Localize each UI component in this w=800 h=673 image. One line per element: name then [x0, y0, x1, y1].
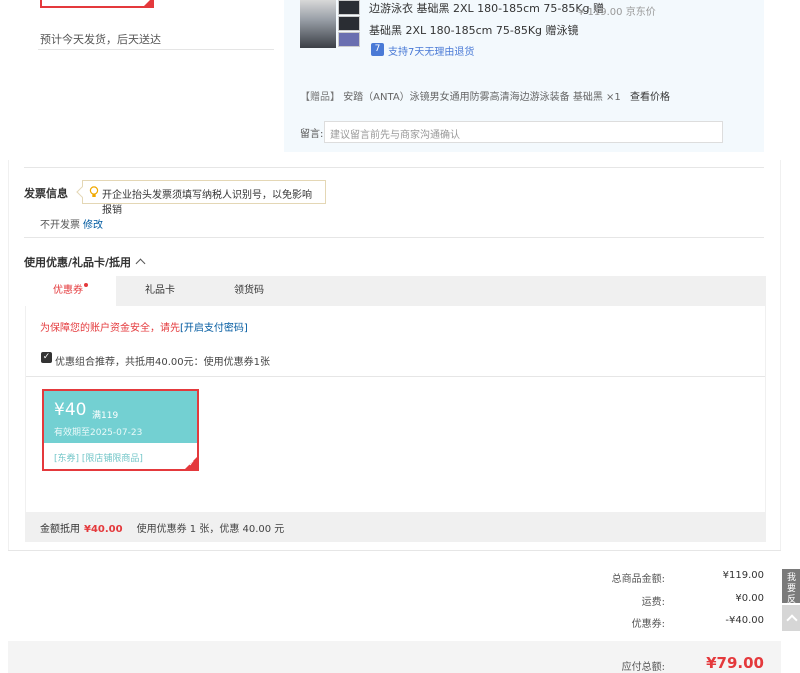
- thumbnail: [338, 32, 360, 47]
- product-spec: 基础黑 2XL 180-185cm 75-85Kg 赠泳镜: [369, 24, 579, 37]
- product-thumbnails: [338, 0, 362, 48]
- memo-input[interactable]: 建议留言前先与商家沟通确认: [324, 121, 723, 143]
- return-policy-icon: 7: [371, 43, 384, 56]
- security-tip-text: 为保障您的账户资金安全，请先: [40, 323, 180, 334]
- arrow-up-icon: [786, 614, 798, 626]
- combo-recommend-text: 优惠组合推荐，共抵用40.00元：使用优惠券1张: [55, 357, 270, 368]
- goods-total-label: 总商品金额:: [611, 574, 665, 585]
- new-dot-icon: [84, 283, 88, 287]
- divider: [24, 167, 764, 168]
- shipping-fee-value: ¥0.00: [735, 593, 764, 604]
- gift-line: 【赠品】 安踏（ANTA）泳镜男女通用防雾高清海边游泳装备 基础黑 ×1 查看价…: [300, 88, 670, 103]
- tab-label: 领货码: [234, 285, 264, 296]
- coupon-discount-value: -¥40.00: [725, 615, 764, 626]
- coupon-condition: 满119: [92, 411, 119, 421]
- coupon-discount-label: 优惠券:: [631, 619, 665, 630]
- product-image[interactable]: [300, 0, 336, 48]
- shipping-fee-label: 运费:: [641, 597, 665, 608]
- coupon-card[interactable]: ¥40 满119 有效期至2025-07-23 [东券] [限店铺限商品] ✓: [42, 389, 199, 471]
- selected-corner-icon: [143, 0, 153, 7]
- back-to-top-button[interactable]: [782, 605, 800, 631]
- frame-border: [8, 160, 9, 551]
- invoice-tip: 开企业抬头发票须填写纳税人识别号，以免影响报销: [76, 180, 326, 216]
- payable-label: 应付总额:: [621, 662, 665, 673]
- feedback-button[interactable]: 我要反馈: [782, 569, 800, 616]
- coupon-summary: 金额抵用 ¥40.00 使用优惠券 1 张，优惠 40.00 元: [25, 512, 766, 542]
- invoice-status-text: 不开发票: [40, 220, 80, 231]
- coupon-section-title-text: 使用优惠/礼品卡/抵用: [24, 256, 132, 269]
- thumbnail: [338, 0, 360, 15]
- chevron-up-icon: [135, 258, 146, 269]
- shipping-option-selected[interactable]: [40, 0, 154, 8]
- memo-label: 留言:: [300, 129, 324, 140]
- coupon-summary-amount: ¥40.00: [84, 524, 123, 535]
- security-tip: 为保障您的账户资金安全，请先[开启支付密码]: [40, 319, 248, 334]
- tab-coupon[interactable]: 优惠券: [25, 276, 116, 306]
- gift-price-link[interactable]: 查看价格: [630, 92, 670, 103]
- coupon-section-title[interactable]: 使用优惠/礼品卡/抵用: [24, 254, 146, 270]
- coupon-expiry: 有效期至2025-07-23: [54, 428, 143, 438]
- frame-border: [780, 160, 781, 551]
- invoice-tip-text: 开企业抬头发票须填写纳税人识别号，以免影响报销: [102, 190, 312, 216]
- gift-tag: 【赠品】: [300, 92, 340, 103]
- shipping-estimate: 预计今天发货，后天送达: [40, 33, 161, 46]
- divider: [26, 376, 765, 377]
- gift-name: 安踏（ANTA）泳镜男女通用防雾高清海边游泳装备 基础黑 ×1: [343, 92, 621, 103]
- product-price: ¥ 119.00 京东价: [578, 7, 656, 18]
- invoice-title: 发票信息: [24, 187, 68, 200]
- tab-gift-card[interactable]: 礼品卡: [116, 276, 204, 306]
- coupon-amount: ¥40: [54, 400, 87, 420]
- enable-pay-password-link[interactable]: [开启支付密码]: [180, 323, 248, 334]
- tooltip-arrow: [76, 186, 88, 198]
- divider: [38, 49, 274, 50]
- invoice-edit-link[interactable]: 修改: [83, 220, 103, 231]
- payable-value: ¥79.00: [706, 654, 764, 672]
- tab-label: 优惠券: [53, 285, 83, 296]
- coupon-summary-desc: 使用优惠券 1 张，优惠 40.00 元: [136, 524, 285, 535]
- combo-checkbox[interactable]: ✓: [41, 352, 52, 363]
- payable-bar: [8, 641, 781, 673]
- return-policy: 支持7天无理由退货: [388, 47, 475, 58]
- product-name[interactable]: 边游泳衣 基础黑 2XL 180-185cm 75-85Kg 赠: [369, 0, 604, 16]
- coupon-scope: [东券] [限店铺限商品]: [54, 454, 143, 464]
- lightbulb-icon: [89, 186, 99, 197]
- tab-label: 礼品卡: [145, 285, 175, 296]
- coupon-summary-label: 金额抵用: [40, 524, 80, 535]
- goods-total-value: ¥119.00: [722, 570, 764, 581]
- frame-border: [8, 550, 781, 551]
- tab-pickup-code[interactable]: 领货码: [204, 276, 294, 306]
- check-icon: ✓: [188, 459, 195, 468]
- thumbnail: [338, 16, 360, 31]
- divider: [24, 237, 764, 238]
- invoice-status: 不开发票 修改: [40, 216, 103, 231]
